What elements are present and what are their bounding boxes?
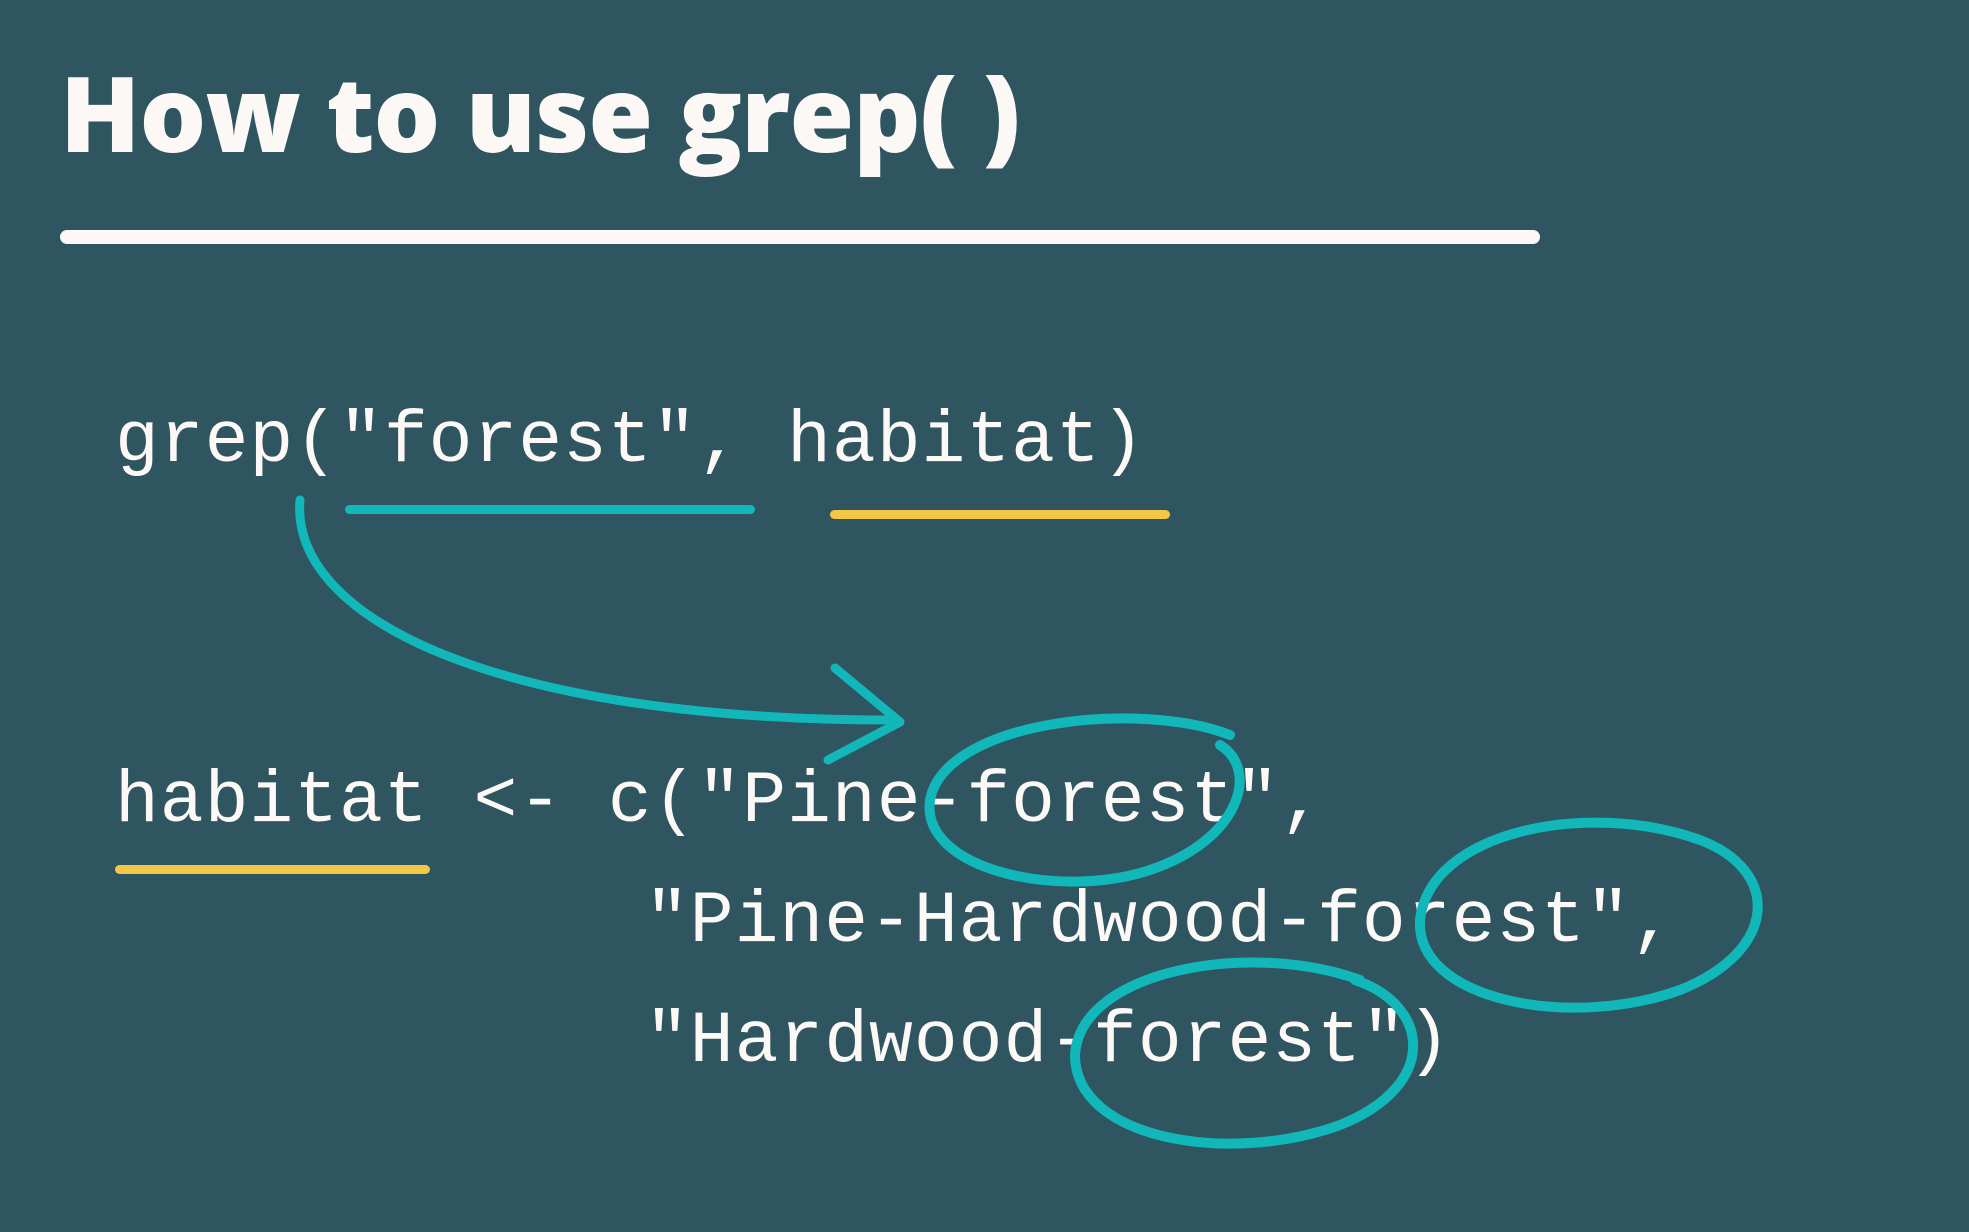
slide: How to use grep( ) grep("forest", habita… <box>0 0 1969 1232</box>
underline-habitat-var <box>115 865 430 874</box>
code-line-1: grep("forest", habitat) <box>115 400 1146 483</box>
arrow-head-icon <box>828 668 900 760</box>
code-line-2: habitat <- c("Pine-forest", <box>115 760 1325 843</box>
arrow-icon <box>300 500 890 720</box>
code-line-3: "Pine-Hardwood-forest", <box>645 880 1676 963</box>
code-line-4: "Hardwood-forest") <box>645 1000 1452 1083</box>
page-title: How to use grep( ) <box>60 40 1019 183</box>
underline-forest-pattern <box>345 505 755 514</box>
underline-habitat-arg <box>830 510 1170 519</box>
title-underline <box>60 230 1540 244</box>
